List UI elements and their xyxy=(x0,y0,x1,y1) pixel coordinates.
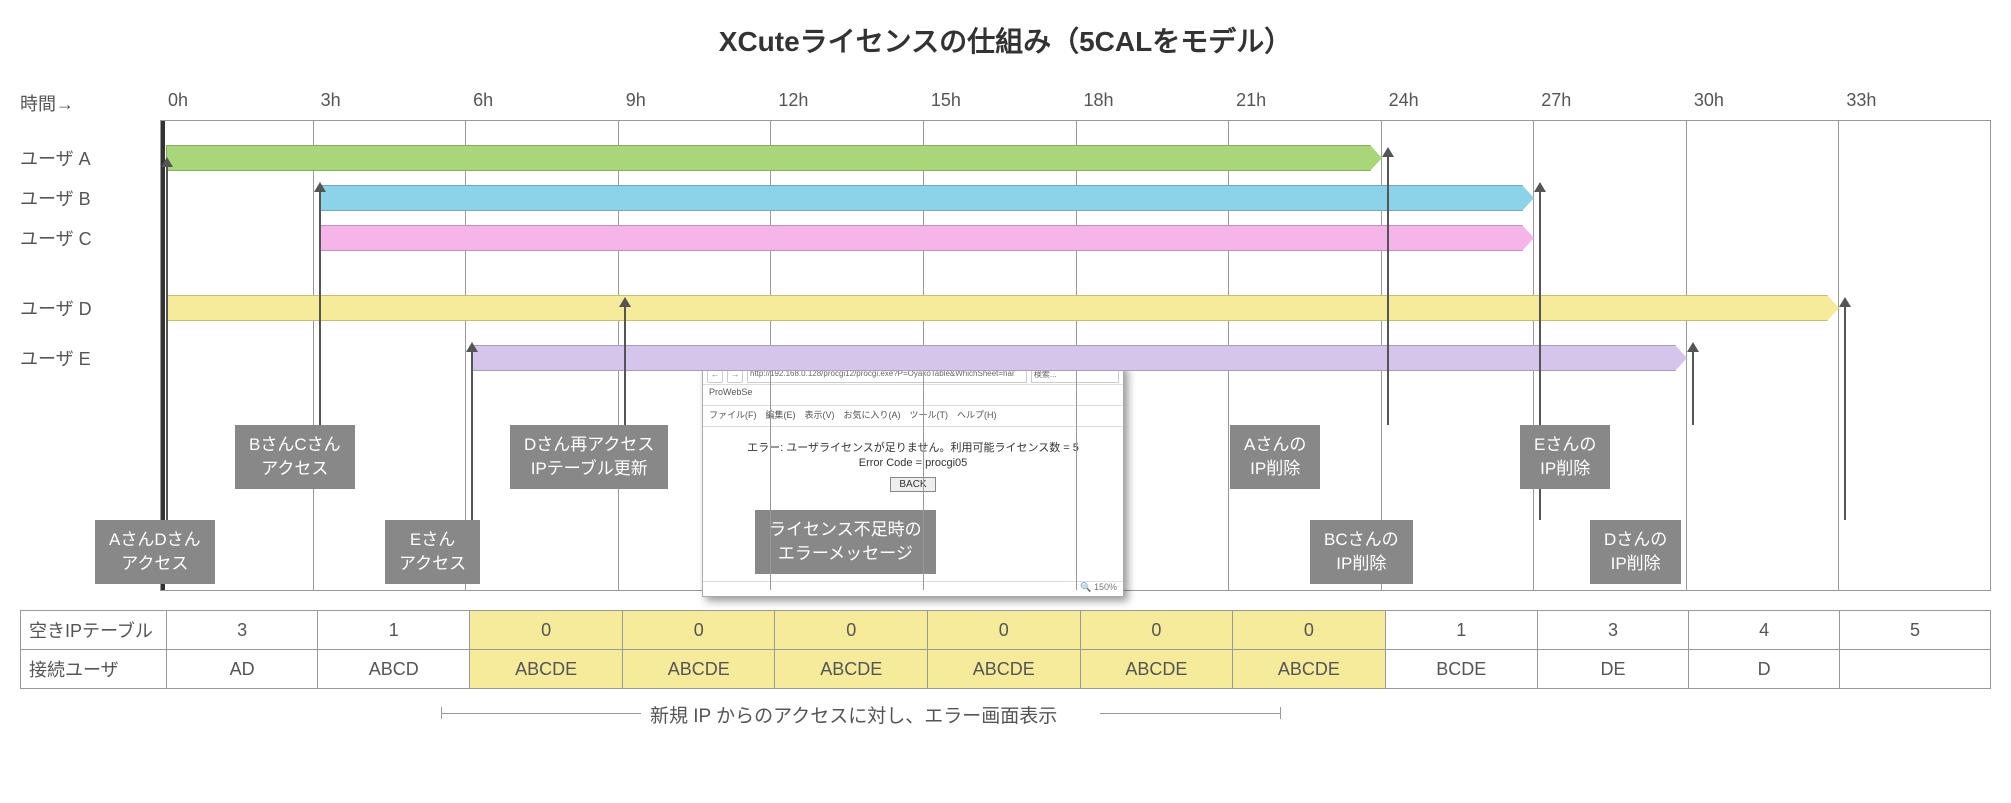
user-row-label: ユーザ E xyxy=(20,345,150,371)
connected-users-cell: ABCDE xyxy=(470,650,623,689)
user-bar-ユーザ A xyxy=(166,145,1371,171)
callout-line1: Eさん xyxy=(410,530,455,549)
free-ip-cell: 0 xyxy=(622,611,775,650)
footer-note-text: 新規 IP からのアクセスに対し、エラー画面表示 xyxy=(650,701,1057,728)
callout-line2: アクセス xyxy=(399,554,466,573)
hour-label: 0h xyxy=(168,90,188,111)
hour-label: 6h xyxy=(473,90,493,111)
connected-users-cell: ABCDE xyxy=(1233,650,1386,689)
callout-line2: IP削除 xyxy=(1611,554,1661,573)
callout-c4: Dさん再アクセス IPテーブル更新 xyxy=(510,425,668,489)
user-bar-ユーザ C xyxy=(319,225,1524,251)
hour-label: 30h xyxy=(1694,90,1724,111)
callout-arrow xyxy=(471,350,473,520)
error-caption-l1: ライセンス不足時の xyxy=(769,520,922,539)
user-row-label: ユーザ C xyxy=(20,225,150,251)
connected-users-cell: ABCDE xyxy=(928,650,1081,689)
hour-label: 21h xyxy=(1236,90,1266,111)
free-ip-cell: 0 xyxy=(470,611,623,650)
free-ip-cell: 1 xyxy=(318,611,470,650)
browser-menu: ファイル(F) 編集(E) 表示(V) お気に入り(A) ツール(T) ヘルプ(… xyxy=(703,406,1123,427)
callout-line1: Dさんの xyxy=(1604,530,1667,549)
callout-arrow xyxy=(319,190,321,425)
hour-label: 15h xyxy=(931,90,961,111)
free-ip-cell: 3 xyxy=(1537,611,1688,650)
connected-users-cell: ABCDE xyxy=(1080,650,1233,689)
connected-users-cell: DE xyxy=(1537,650,1688,689)
connected-users-cell xyxy=(1840,650,1991,689)
callout-line2: IP削除 xyxy=(1336,554,1386,573)
foot-line-right xyxy=(1100,713,1280,714)
connected-users-cell: ABCD xyxy=(318,650,470,689)
status-table: 空きIPテーブル 310000001345 接続ユーザ ADABCDABCDEA… xyxy=(20,610,1991,689)
hour-label: 24h xyxy=(1389,90,1419,111)
callout-c1: AさんDさんアクセス xyxy=(95,520,215,584)
user-row-label: ユーザ A xyxy=(20,145,150,171)
callout-line1: Eさんの xyxy=(1534,435,1596,454)
free-ip-cell: 1 xyxy=(1385,611,1537,650)
timeline-chart: 時間→ ← → http://192.168.0.128/procgi12/pr… xyxy=(20,90,1991,610)
row-header-connected: 接続ユーザ xyxy=(21,650,167,689)
user-row-label: ユーザ B xyxy=(20,185,150,211)
free-ip-cell: 3 xyxy=(166,611,317,650)
free-ip-cell: 0 xyxy=(775,611,928,650)
foot-tick-right xyxy=(1280,707,1281,719)
grid-line xyxy=(1838,120,1839,590)
free-ip-cell: 5 xyxy=(1840,611,1991,650)
row-header-free-ip: 空きIPテーブル xyxy=(21,611,167,650)
callout-line2: IP削除 xyxy=(1250,459,1300,478)
error-message-1: エラー: ユーザライセンスが足りません。利用可能ライセンス数 = 5 xyxy=(715,439,1111,455)
connected-users-cell: ABCDE xyxy=(622,650,775,689)
connected-users-cell: BCDE xyxy=(1385,650,1537,689)
callout-arrow xyxy=(1387,155,1389,425)
callout-arrow xyxy=(624,305,626,425)
callout-line1: AさんDさん xyxy=(109,530,201,549)
browser-tab: ProWebSe xyxy=(703,385,1123,406)
callout-arrow xyxy=(1844,305,1846,520)
user-bar-ユーザ B xyxy=(319,185,1524,211)
callout-c6: BCさんの IP削除 xyxy=(1310,520,1413,584)
user-row-label: ユーザ D xyxy=(20,295,150,321)
hour-label: 27h xyxy=(1541,90,1571,111)
connected-users-cell: ABCDE xyxy=(775,650,928,689)
hour-label: 33h xyxy=(1846,90,1876,111)
callout-c2: BさんCさんアクセス xyxy=(235,425,355,489)
foot-line-left xyxy=(441,713,641,714)
hour-label: 9h xyxy=(626,90,646,111)
free-ip-cell: 0 xyxy=(1080,611,1233,650)
hour-label: 12h xyxy=(778,90,808,111)
user-bar-ユーザ D xyxy=(166,295,1828,321)
callout-line2: IP削除 xyxy=(1540,459,1590,478)
callout-c7: Eさんの IP削除 xyxy=(1520,425,1610,489)
error-caption: ライセンス不足時の エラーメッセージ xyxy=(755,510,936,574)
back-button[interactable]: BACK xyxy=(890,477,935,492)
callout-line1: BさんCさん xyxy=(249,435,341,454)
callout-line1: Dさん再アクセス xyxy=(524,435,654,454)
zoom-status: 🔍 150% xyxy=(703,581,1123,596)
hour-label: 18h xyxy=(1084,90,1114,111)
error-caption-l2: エラーメッセージ xyxy=(778,544,913,563)
callout-line1: Aさんの xyxy=(1244,435,1306,454)
connected-users-cell: AD xyxy=(166,650,317,689)
diagram-title: XCuteライセンスの仕組み（5CALをモデル） xyxy=(20,20,1991,60)
grid-line xyxy=(1990,120,1991,590)
connected-users-cell: D xyxy=(1689,650,1840,689)
footer-note-area: 新規 IP からのアクセスに対し、エラー画面表示 xyxy=(20,701,1991,731)
callout-line2: アクセス xyxy=(261,459,328,478)
callout-line1: BCさんの xyxy=(1324,530,1399,549)
time-axis-label: 時間→ xyxy=(20,90,150,116)
free-ip-cell: 0 xyxy=(928,611,1081,650)
callout-c3: Eさんアクセス xyxy=(385,520,480,584)
user-bar-ユーザ E xyxy=(471,345,1676,371)
free-ip-cell: 0 xyxy=(1233,611,1386,650)
error-message-2: Error Code = procgi05 xyxy=(715,457,1111,469)
callout-c8: Dさんの IP削除 xyxy=(1590,520,1681,584)
callout-arrow xyxy=(166,165,168,520)
callout-line2: アクセス xyxy=(121,554,188,573)
callout-arrow xyxy=(1692,350,1694,425)
free-ip-cell: 4 xyxy=(1689,611,1840,650)
callout-line2: IPテーブル更新 xyxy=(531,459,648,478)
hour-label: 3h xyxy=(321,90,341,111)
callout-c5: Aさんの IP削除 xyxy=(1230,425,1320,489)
